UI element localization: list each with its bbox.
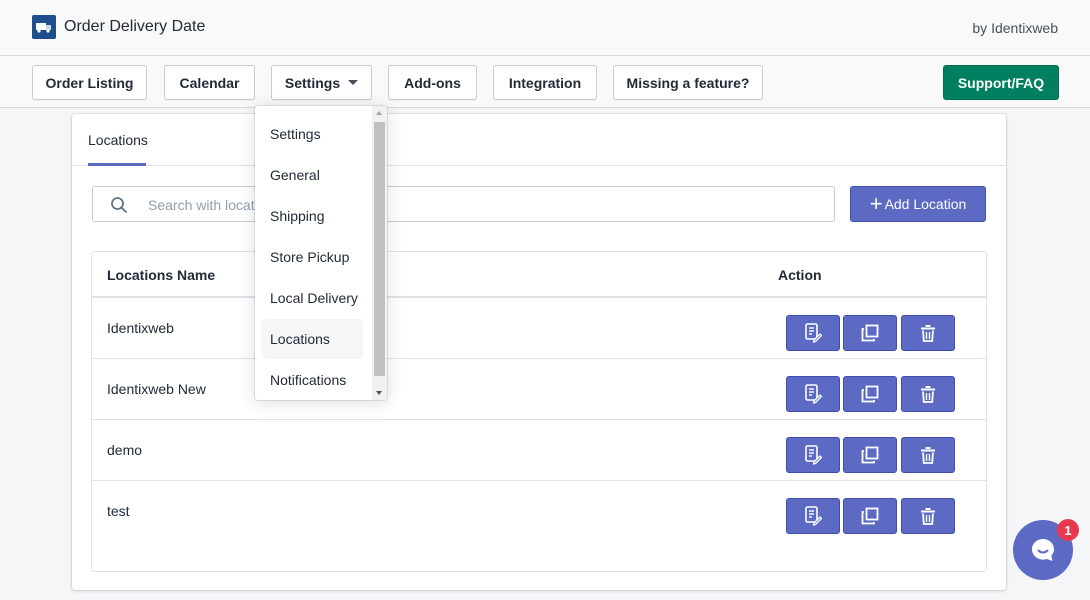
locations-table: Locations Name Action Identixweb Identix…: [91, 251, 987, 572]
column-header-action: Action: [778, 267, 822, 283]
search-field[interactable]: [92, 186, 835, 222]
menu-item-locations[interactable]: Locations: [262, 319, 363, 359]
location-name: test: [107, 503, 130, 519]
duplicate-icon: [861, 385, 879, 403]
locations-card: Locations + Add Location Locations Name …: [72, 114, 1006, 590]
menu-item-store-pickup[interactable]: Store Pickup: [262, 237, 363, 277]
dropdown-scrollbar[interactable]: [372, 106, 387, 400]
search-icon: [111, 197, 127, 213]
table-row: Identixweb: [92, 298, 986, 359]
duplicate-button[interactable]: [843, 437, 897, 473]
edit-button[interactable]: [786, 315, 840, 351]
delete-icon: [921, 447, 935, 464]
delete-icon: [921, 508, 935, 525]
support-faq-button[interactable]: Support/FAQ: [943, 65, 1059, 100]
order-listing-button[interactable]: Order Listing: [32, 65, 147, 100]
table-row: test: [92, 481, 986, 542]
scroll-up-arrow-icon[interactable]: [376, 111, 382, 115]
tab-locations[interactable]: Locations: [88, 114, 148, 166]
edit-button[interactable]: [786, 376, 840, 412]
table-header: Locations Name Action: [92, 252, 986, 298]
menu-item-local-delivery[interactable]: Local Delivery: [262, 278, 363, 318]
edit-icon: [805, 445, 822, 465]
nav-bar: Order Listing Calendar Settings Add-ons …: [0, 56, 1090, 108]
duplicate-icon: [861, 446, 879, 464]
edit-icon: [805, 384, 822, 404]
table-row: Identixweb New: [92, 359, 986, 420]
duplicate-button[interactable]: [843, 315, 897, 351]
menu-item-notifications[interactable]: Notifications: [262, 360, 363, 400]
calendar-button[interactable]: Calendar: [164, 65, 255, 100]
add-location-button[interactable]: + Add Location: [850, 186, 986, 222]
add-ons-button[interactable]: Add-ons: [388, 65, 477, 100]
location-name: Identixweb: [107, 320, 174, 336]
menu-item-settings[interactable]: Settings: [262, 114, 363, 154]
scroll-down-arrow-icon[interactable]: [376, 391, 382, 395]
edit-button[interactable]: [786, 498, 840, 534]
truck-icon: [32, 15, 56, 39]
duplicate-icon: [861, 507, 879, 525]
scrollbar-thumb[interactable]: [374, 122, 385, 376]
delete-button[interactable]: [901, 498, 955, 534]
missing-feature-button[interactable]: Missing a feature?: [613, 65, 763, 100]
edit-icon: [805, 506, 822, 526]
app-header: Order Delivery Date by Identixweb: [0, 0, 1090, 56]
edit-icon: [805, 323, 822, 343]
delete-icon: [921, 325, 935, 342]
plus-icon: +: [869, 191, 883, 216]
edit-button[interactable]: [786, 437, 840, 473]
chat-notification-badge: 1: [1057, 519, 1079, 541]
search-input[interactable]: [148, 195, 748, 215]
table-row: demo: [92, 420, 986, 481]
location-name: demo: [107, 442, 143, 458]
app-title: Order Delivery Date: [64, 18, 206, 35]
delete-button[interactable]: [901, 376, 955, 412]
delete-icon: [921, 386, 935, 403]
chat-bubble-icon: [1032, 539, 1054, 561]
delete-button[interactable]: [901, 437, 955, 473]
active-tab-indicator: [88, 163, 146, 166]
menu-item-general[interactable]: General: [262, 155, 363, 195]
settings-dropdown-menu: Settings General Shipping Store Pickup L…: [255, 106, 387, 400]
integration-button[interactable]: Integration: [493, 65, 597, 100]
duplicate-button[interactable]: [843, 498, 897, 534]
menu-item-shipping[interactable]: Shipping: [262, 196, 363, 236]
add-location-label: Add Location: [884, 196, 967, 212]
settings-button-label: Settings: [284, 74, 341, 91]
delete-button[interactable]: [901, 315, 955, 351]
column-header-name: Locations Name: [107, 267, 216, 283]
location-name: Identixweb New: [107, 381, 206, 397]
duplicate-icon: [861, 324, 879, 342]
developer-credit: by Identixweb: [972, 20, 1058, 36]
caret-down-icon: [348, 80, 359, 85]
tab-bar: Locations: [72, 114, 1006, 166]
settings-dropdown-button[interactable]: Settings: [271, 65, 372, 100]
duplicate-button[interactable]: [843, 376, 897, 412]
